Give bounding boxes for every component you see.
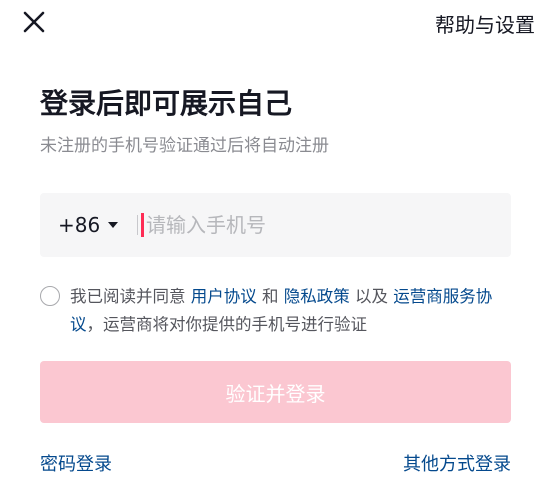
country-code-selector[interactable]: +86 xyxy=(58,193,119,257)
agreement-prefix: 我已阅读并同意 xyxy=(70,287,191,306)
phone-input[interactable] xyxy=(146,193,496,257)
user-agreement-link[interactable]: 用户协议 xyxy=(191,287,257,306)
agreement-text: 我已阅读并同意 用户协议 和 隐私政策 以及 运营商服务协议，运营商将对你提供的… xyxy=(70,283,520,339)
field-divider xyxy=(137,215,138,235)
phone-field: +86 xyxy=(40,193,511,257)
page-subtitle: 未注册的手机号验证通过后将自动注册 xyxy=(40,136,329,156)
text-cursor xyxy=(141,213,144,237)
agreement-and: 和 xyxy=(256,287,284,306)
country-code-label: +86 xyxy=(58,213,101,237)
page-title: 登录后即可展示自己 xyxy=(40,87,293,120)
password-login-link[interactable]: 密码登录 xyxy=(40,450,112,476)
agreement-checkbox[interactable] xyxy=(40,286,60,306)
other-login-link[interactable]: 其他方式登录 xyxy=(403,450,511,476)
close-icon xyxy=(23,11,45,33)
privacy-policy-link[interactable]: 隐私政策 xyxy=(284,287,350,306)
help-settings-link[interactable]: 帮助与设置 xyxy=(435,9,535,38)
verify-login-button[interactable]: 验证并登录 xyxy=(40,361,511,423)
agreement-suffix: ，运营商将对你提供的手机号进行验证 xyxy=(86,315,368,334)
close-button[interactable] xyxy=(20,8,48,36)
agreement-and-2: 以及 xyxy=(349,287,394,306)
caret-down-icon xyxy=(108,222,119,228)
